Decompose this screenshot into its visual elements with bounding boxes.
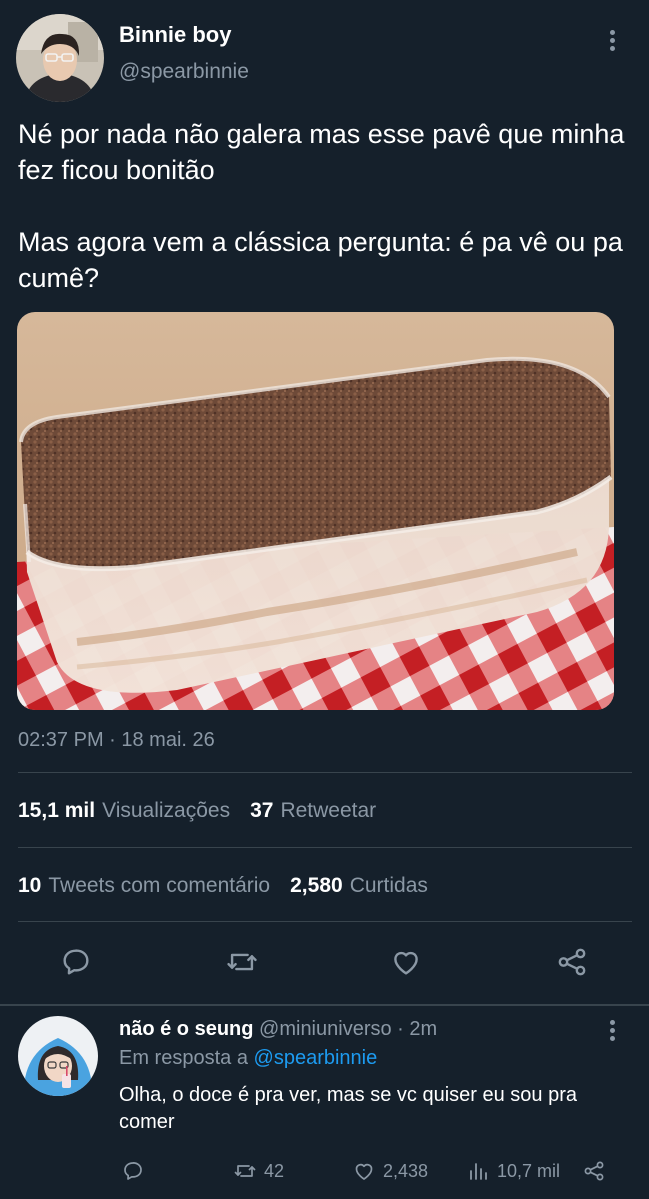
retweets-count: 37 (250, 799, 274, 822)
reply-views-button[interactable]: 10,7 mil (466, 1156, 560, 1186)
reply-time: · 2m (397, 1018, 438, 1040)
reply-retweet-count: 42 (264, 1160, 285, 1181)
share-icon (584, 1161, 604, 1181)
share-icon[interactable] (552, 940, 592, 984)
quotes-stat[interactable]: 10 Tweets com comentário (18, 874, 270, 898)
reply-tweet[interactable]: não é o seung @miniuniverso · 2m Em resp… (0, 1006, 649, 1199)
more-options-icon[interactable] (604, 1020, 620, 1044)
reply-context: Em resposta a @spearbinnie (119, 1047, 377, 1070)
stats-row-engagement: 10 Tweets com comentário 2,580 Curtidas (18, 874, 448, 898)
retweet-icon[interactable] (222, 940, 262, 984)
reply-share-button[interactable] (580, 1156, 613, 1186)
like-icon (355, 1163, 373, 1180)
retweet-icon (234, 1165, 256, 1177)
divider (18, 847, 632, 848)
reply-reply-button[interactable] (120, 1156, 151, 1186)
reply-like-button[interactable]: 2,438 (350, 1156, 428, 1186)
divider (18, 921, 632, 922)
reply-author-handle[interactable]: @miniuniverso (259, 1018, 392, 1040)
tweet-actions (0, 940, 649, 988)
reply-text: Olha, o doce é pra ver, mas se vc quiser… (119, 1084, 578, 1133)
quotes-count: 10 (18, 874, 42, 897)
like-icon[interactable] (386, 940, 426, 984)
retweets-label: Retweetar (280, 799, 377, 822)
tweet-image[interactable] (17, 312, 614, 710)
views-icon (470, 1163, 487, 1180)
views-label: Visualizações (102, 799, 231, 822)
reply-author-avatar[interactable] (18, 1016, 98, 1096)
reply-to-mention[interactable]: @spearbinnie (254, 1047, 378, 1069)
tweet-text: Né por nada não galera mas esse pavê que… (18, 119, 625, 293)
author-name[interactable]: Binnie boy (119, 22, 231, 48)
reply-like-count: 2,438 (383, 1160, 429, 1181)
stats-row-views: 15,1 mil Visualizações 37 Retweetar (18, 799, 396, 823)
author-handle[interactable]: @spearbinnie (119, 60, 249, 84)
reply-to-label: Em resposta a (119, 1047, 248, 1069)
likes-count: 2,580 (290, 874, 343, 897)
retweets-stat[interactable]: 37 Retweetar (250, 799, 376, 823)
likes-label: Curtidas (349, 874, 428, 897)
divider (18, 772, 632, 773)
reply-header: não é o seung @miniuniverso · 2m (119, 1018, 437, 1041)
quotes-label: Tweets com comentário (48, 874, 271, 897)
reply-author-name[interactable]: não é o seung (119, 1018, 253, 1040)
author-avatar[interactable] (16, 14, 104, 102)
reply-retweet-button[interactable]: 42 (231, 1156, 284, 1186)
reply-actions: 42 2,438 10,7 mil (0, 1156, 649, 1186)
reply-icon[interactable] (56, 940, 96, 984)
more-options-icon[interactable] (604, 30, 620, 54)
reply-views-count: 10,7 mil (497, 1160, 561, 1181)
tweet-timestamp[interactable]: 02:37 PM · 18 mai. 26 (18, 729, 215, 752)
views-stat[interactable]: 15,1 mil Visualizações (18, 799, 230, 823)
reply-icon (124, 1162, 142, 1180)
views-count: 15,1 mil (18, 799, 96, 822)
likes-stat[interactable]: 2,580 Curtidas (290, 874, 428, 898)
